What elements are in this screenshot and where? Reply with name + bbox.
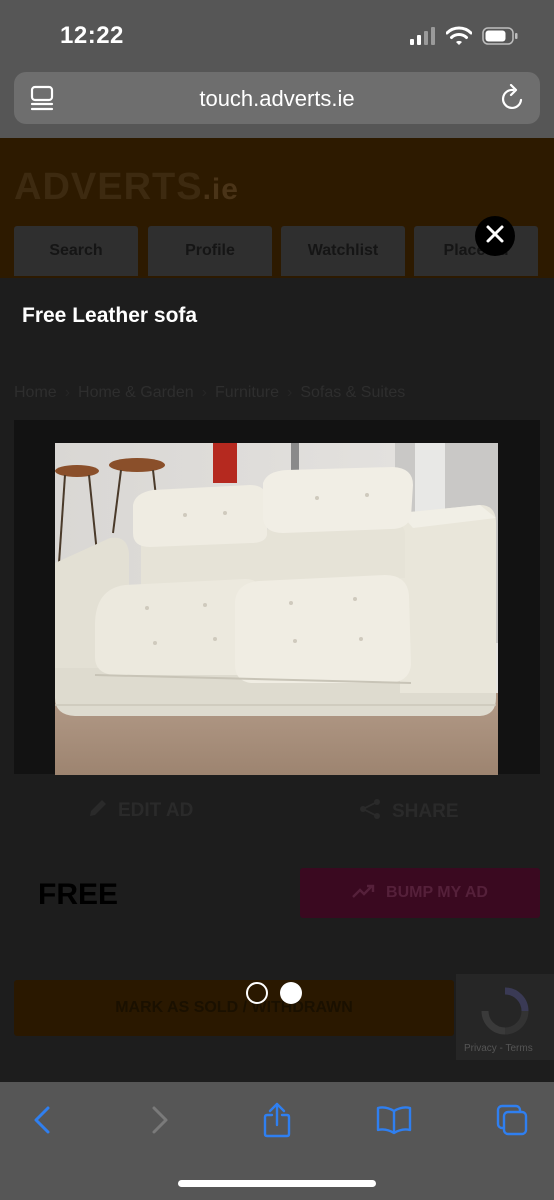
recaptcha-icon xyxy=(480,986,530,1041)
image-pager xyxy=(246,982,302,1004)
bookmarks-icon xyxy=(376,1105,412,1140)
tabs-button[interactable] xyxy=(492,1102,532,1142)
reload-icon[interactable] xyxy=(500,83,526,117)
forward-button[interactable] xyxy=(140,1102,180,1142)
cellular-signal-icon xyxy=(410,27,436,50)
status-bar: 12:22 xyxy=(0,0,554,72)
breadcrumb-item[interactable]: Furniture xyxy=(215,384,279,401)
recaptcha-terms[interactable]: Privacy - Terms xyxy=(464,1043,533,1054)
edit-ad-label: EDIT AD xyxy=(118,800,194,821)
share-button[interactable] xyxy=(257,1102,297,1142)
pager-dot-active[interactable] xyxy=(280,982,302,1004)
status-icons xyxy=(410,26,518,51)
browser-top-bar: touch.adverts.ie xyxy=(0,72,554,138)
share-label: SHARE xyxy=(392,801,459,822)
breadcrumb-separator: › xyxy=(64,384,71,401)
nav-tab-watchlist[interactable]: Watchlist xyxy=(281,226,405,276)
breadcrumb: Home › Home & Garden › Furniture › Sofas & Sui… xyxy=(14,384,405,402)
back-button[interactable] xyxy=(22,1102,62,1142)
url-text[interactable]: touch.adverts.ie xyxy=(14,86,540,112)
site-logo[interactable]: ADVERTS.ie xyxy=(14,166,239,209)
bookmarks-button[interactable] xyxy=(374,1102,414,1142)
wifi-icon xyxy=(445,26,473,51)
share-nodes-icon xyxy=(358,798,382,826)
share-icon xyxy=(262,1102,292,1143)
nav-tab-profile[interactable]: Profile xyxy=(148,226,272,276)
breadcrumb-item[interactable]: Home xyxy=(14,384,57,401)
nav-tab-search[interactable]: Search xyxy=(14,226,138,276)
breadcrumb-separator: › xyxy=(286,384,293,401)
forward-icon xyxy=(151,1105,169,1140)
home-indicator xyxy=(178,1180,376,1187)
mark-sold-button[interactable]: MARK AS SOLD / WITHDRAWN xyxy=(14,980,454,1036)
back-icon xyxy=(33,1105,51,1140)
close-icon xyxy=(485,224,505,249)
url-bar[interactable]: touch.adverts.ie xyxy=(14,72,540,124)
status-time: 12:22 xyxy=(60,22,124,49)
logo-main: ADVERTS xyxy=(14,166,203,208)
bump-my-ad-button[interactable]: BUMP MY AD xyxy=(300,868,540,918)
bump-label: BUMP MY AD xyxy=(386,884,488,901)
edit-ad-button[interactable]: EDIT AD xyxy=(88,798,193,824)
share-ad-button[interactable]: SHARE xyxy=(358,798,459,826)
breadcrumb-item[interactable]: Sofas & Suites xyxy=(300,384,405,401)
ad-price: FREE xyxy=(38,878,119,911)
recaptcha-badge[interactable]: Privacy - Terms xyxy=(456,974,554,1060)
sofa-photo[interactable] xyxy=(55,443,498,775)
logo-suffix: .ie xyxy=(202,173,239,206)
trending-up-icon xyxy=(352,884,376,903)
ad-title: Free Leather sofa xyxy=(22,304,198,327)
pager-dot[interactable] xyxy=(246,982,268,1004)
tabs-icon xyxy=(496,1104,528,1141)
site-header: ADVERTS.ie Search Profile Watchlist Plac… xyxy=(0,138,554,278)
lightbox-close-button[interactable] xyxy=(475,216,515,256)
battery-icon xyxy=(482,27,518,50)
breadcrumb-item[interactable]: Home & Garden xyxy=(78,384,194,401)
pencil-icon xyxy=(88,798,108,824)
breadcrumb-separator: › xyxy=(201,384,207,401)
